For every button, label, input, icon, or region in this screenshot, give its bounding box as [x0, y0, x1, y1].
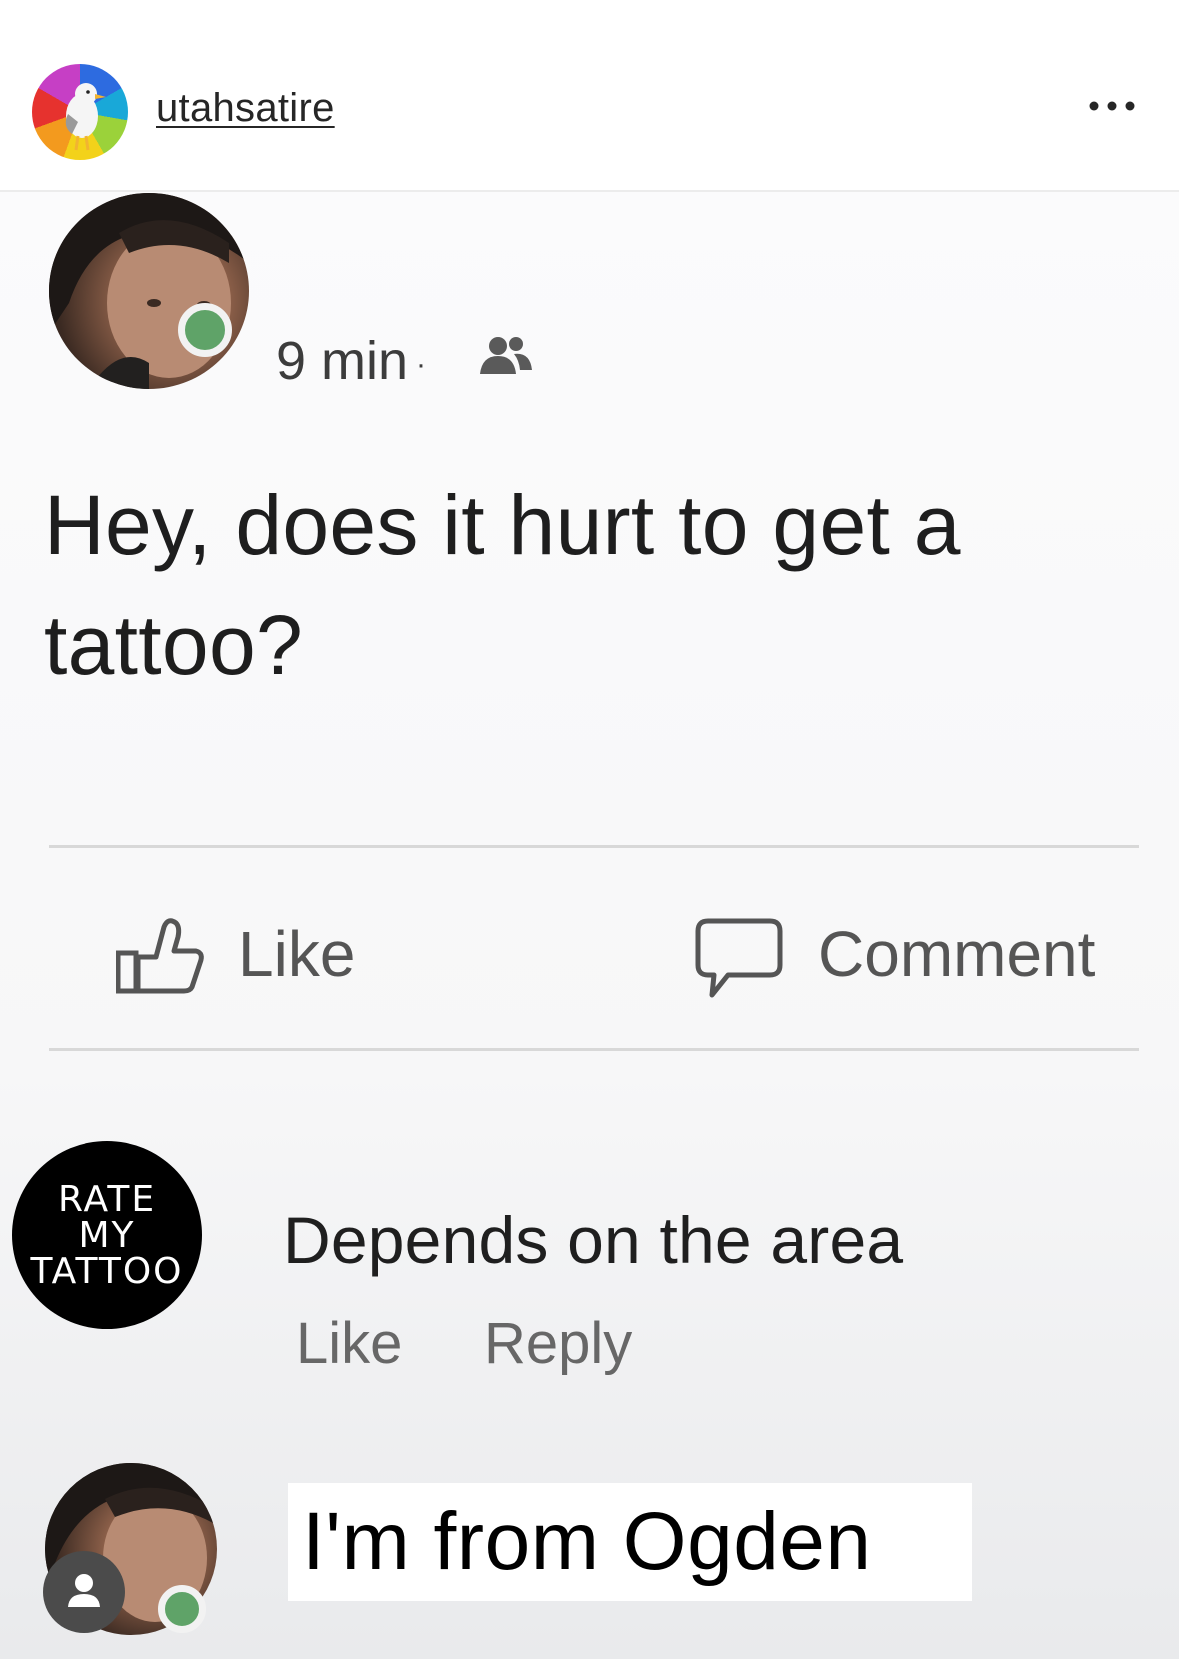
meta-separator: · — [416, 347, 427, 381]
profile-avatar[interactable] — [32, 64, 128, 160]
more-options-icon[interactable] — [1086, 96, 1138, 116]
seagull-avatar-icon — [65, 83, 106, 151]
thumbs-up-icon — [116, 918, 204, 994]
reply-text: I'm from Ogden — [302, 1496, 872, 1587]
person-badge — [43, 1551, 125, 1633]
like-label: Like — [238, 918, 356, 990]
post-timestamp[interactable]: 9 min · — [276, 330, 426, 392]
reply-online-indicator — [158, 1585, 206, 1633]
comment-icon — [695, 918, 783, 998]
comment-label: Comment — [818, 918, 1096, 990]
actions-divider-top — [49, 845, 1139, 848]
avatar-text-my: MY — [78, 1215, 136, 1256]
post-time-text: 9 min — [276, 331, 409, 391]
friends-icon[interactable] — [478, 334, 534, 378]
username-link[interactable]: utahsatire — [156, 86, 335, 131]
person-icon — [68, 1574, 100, 1607]
avatar-text-rate: RATE — [57, 1179, 157, 1220]
avatar-text-tattoo: TATTOO — [30, 1251, 184, 1292]
instagram-post-header: utahsatire — [0, 0, 1179, 190]
post-text: Hey, does it hurt to get a tattoo? — [44, 478, 961, 692]
reply-bubble: I'm from Ogden — [288, 1483, 972, 1601]
rate-my-tattoo-avatar[interactable]: RATE MY TATTOO — [12, 1141, 202, 1329]
poster-avatar[interactable] — [49, 193, 249, 389]
online-status-indicator — [178, 303, 232, 357]
actions-divider-bottom — [49, 1048, 1139, 1051]
comment-reply-link[interactable]: Reply — [484, 1310, 632, 1377]
face-photo-icon — [49, 193, 249, 389]
comment-like-link[interactable]: Like — [296, 1310, 402, 1377]
comment-text: Depends on the area — [283, 1203, 904, 1277]
